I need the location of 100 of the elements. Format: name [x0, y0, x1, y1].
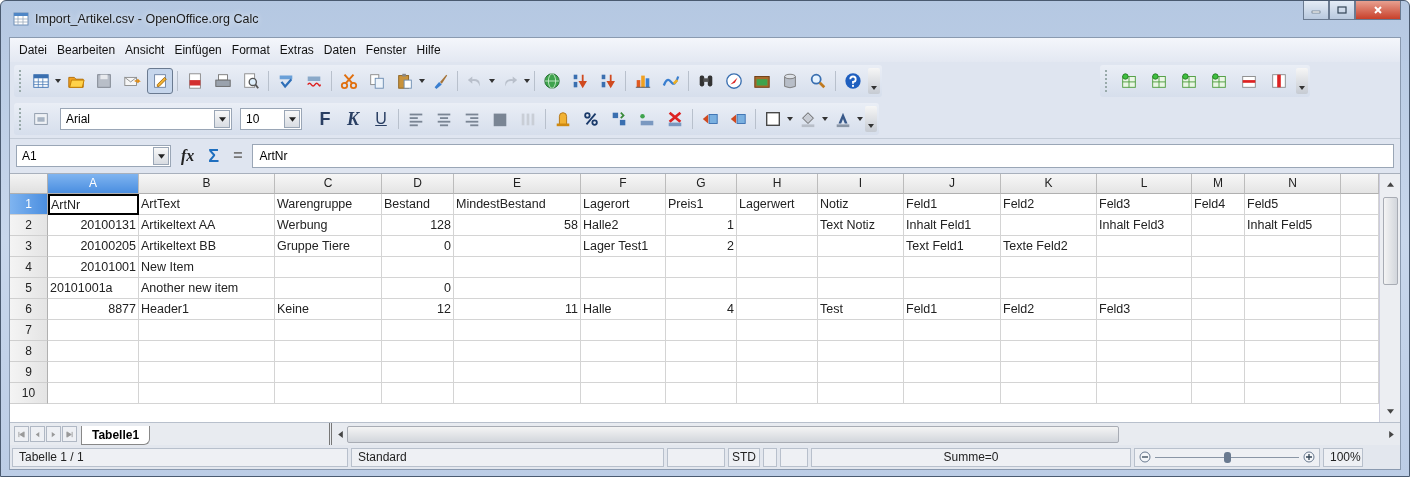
scroll-thumb[interactable] — [1382, 197, 1398, 285]
formula-input[interactable]: ArtNr — [252, 144, 1394, 168]
italic-button[interactable]: K — [340, 108, 366, 130]
sheet-tab[interactable]: Tabelle1 — [81, 426, 151, 445]
table-cell: Header1 — [139, 299, 275, 320]
sum-button[interactable]: Σ — [204, 145, 224, 167]
row-header[interactable]: 7 — [10, 320, 48, 341]
minimize-button[interactable] — [1303, 1, 1329, 20]
zoom-slider[interactable] — [1224, 451, 1231, 463]
scroll-down-icon[interactable] — [1386, 409, 1394, 414]
table-cell: Werbung — [275, 215, 382, 236]
first-sheet-button[interactable] — [14, 426, 29, 442]
table-cell — [1192, 278, 1245, 299]
column-header[interactable]: J — [904, 174, 1001, 194]
table-cell: Halle2 — [581, 215, 666, 236]
row-header[interactable]: 6 — [10, 299, 48, 320]
caret-icon — [871, 86, 877, 90]
row-header[interactable]: 5 — [10, 278, 48, 299]
menu-item[interactable]: Format — [226, 43, 275, 57]
table-cell: Feld5 — [1245, 194, 1341, 215]
menu-item[interactable]: Fenster — [360, 43, 412, 57]
select-all-corner[interactable] — [10, 174, 48, 194]
column-header[interactable]: D — [382, 174, 454, 194]
table-cell — [1192, 383, 1245, 404]
caret-icon[interactable] — [419, 79, 425, 83]
caret-icon[interactable] — [489, 79, 495, 83]
spreadsheet-app-icon — [13, 11, 29, 27]
menu-item[interactable]: Bearbeiten — [52, 43, 121, 57]
menu-item[interactable]: Ansicht — [120, 43, 170, 57]
bold-button[interactable]: F — [312, 108, 338, 130]
column-header[interactable]: M — [1192, 174, 1245, 194]
column-header[interactable]: H — [737, 174, 818, 194]
menu-item[interactable]: Daten — [318, 43, 361, 57]
column-header[interactable]: L — [1097, 174, 1192, 194]
scroll-thumb[interactable] — [347, 425, 1119, 443]
table-cell: Halle — [581, 299, 666, 320]
caret-icon[interactable] — [787, 117, 793, 121]
table-cell: Texte Feld2 — [1001, 236, 1097, 257]
close-button[interactable] — [1355, 1, 1401, 20]
maximize-button[interactable] — [1329, 1, 1355, 20]
column-header[interactable]: F — [581, 174, 666, 194]
column-header[interactable]: E — [454, 174, 581, 194]
table-cell: Notiz — [818, 194, 904, 215]
function-wizard-button[interactable]: fx — [177, 147, 199, 165]
edit-file-button[interactable] — [147, 68, 173, 94]
menu-item[interactable]: Einfügen — [169, 43, 227, 57]
column-header[interactable]: I — [818, 174, 904, 194]
close-icon — [1373, 5, 1383, 15]
caret-icon — [157, 153, 165, 159]
caret-icon[interactable] — [55, 79, 61, 83]
column-header[interactable] — [1341, 174, 1379, 194]
menu-item[interactable]: Extras — [274, 43, 319, 57]
table-cell: Feld4 — [1192, 194, 1245, 215]
function-button[interactable]: = — [229, 147, 247, 165]
scroll-left-icon[interactable] — [338, 430, 343, 438]
scroll-right-icon[interactable] — [1389, 430, 1394, 438]
table-cell: 20100131 — [48, 215, 139, 236]
last-sheet-button[interactable] — [62, 426, 77, 442]
caret-icon[interactable] — [822, 117, 828, 121]
vertical-scrollbar[interactable] — [1379, 174, 1400, 422]
row-header[interactable]: 2 — [10, 215, 48, 236]
table-cell — [666, 257, 737, 278]
toolbar-overflow-button[interactable] — [1296, 68, 1308, 94]
column-header[interactable]: C — [275, 174, 382, 194]
table-cell — [666, 320, 737, 341]
row-header[interactable]: 8 — [10, 341, 48, 362]
table-cell: Another new item — [139, 278, 275, 299]
table-cell: Feld3 — [1097, 194, 1192, 215]
menu-item[interactable]: Datei — [14, 43, 52, 57]
zoom-out-icon[interactable] — [1139, 451, 1151, 463]
table-cell — [666, 278, 737, 299]
scroll-up-icon[interactable] — [1386, 182, 1394, 187]
next-sheet-button[interactable] — [46, 426, 61, 442]
menu-item[interactable]: Hilfe — [411, 43, 446, 57]
column-header[interactable]: G — [666, 174, 737, 194]
table-cell: Feld1 — [904, 299, 1001, 320]
zoom-percent[interactable]: 100% — [1323, 447, 1363, 467]
column-header[interactable]: B — [139, 174, 275, 194]
row-header[interactable]: 10 — [10, 383, 48, 404]
previous-sheet-button[interactable] — [30, 426, 45, 442]
toolbar-overflow-button[interactable] — [868, 68, 880, 94]
toolbar-overflow-button[interactable] — [865, 106, 877, 132]
table-cell — [382, 383, 454, 404]
selection-mode[interactable]: STD — [728, 447, 760, 467]
column-header[interactable]: N — [1245, 174, 1341, 194]
underline-button[interactable]: U — [368, 110, 394, 128]
dropdown-button[interactable] — [153, 147, 169, 165]
table-cell: 12 — [382, 299, 454, 320]
column-header[interactable]: K — [1001, 174, 1097, 194]
row-header[interactable]: 9 — [10, 362, 48, 383]
table-cell: Lager Test1 — [581, 236, 666, 257]
table-cell: Feld1 — [904, 194, 1001, 215]
zoom-in-icon[interactable] — [1303, 451, 1315, 463]
row-header[interactable]: 3 — [10, 236, 48, 257]
table-cell — [1192, 215, 1245, 236]
table-cell: 2 — [666, 236, 737, 257]
table-cell: Warengruppe — [275, 194, 382, 215]
caret-icon[interactable] — [524, 79, 530, 83]
table-cell: Lagerort — [581, 194, 666, 215]
row-header[interactable]: 4 — [10, 257, 48, 278]
